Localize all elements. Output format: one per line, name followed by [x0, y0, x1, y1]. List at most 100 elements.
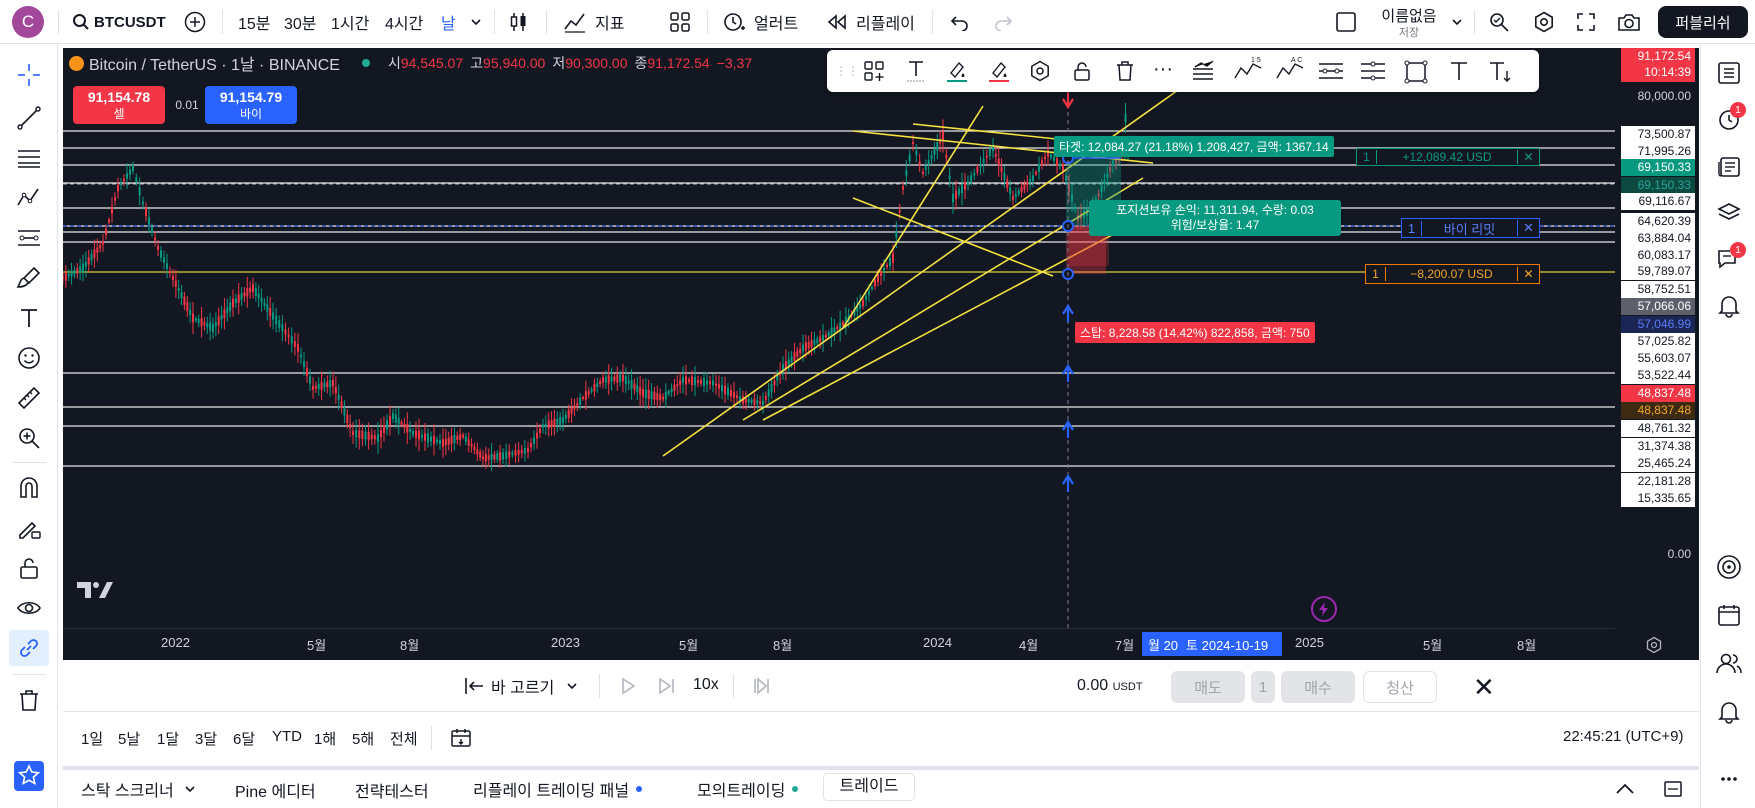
layout-name-button[interactable]: 이름없음 저장: [1372, 5, 1446, 40]
range-6m[interactable]: 6달: [233, 728, 255, 749]
magnet-tool[interactable]: [9, 470, 49, 506]
goto-date-icon[interactable]: [449, 726, 473, 750]
range-1m[interactable]: 1달: [157, 728, 179, 749]
replay-qty[interactable]: 1: [1251, 671, 1275, 703]
alert-button[interactable]: 얼러트: [722, 0, 798, 44]
range-all[interactable]: 전체: [390, 728, 418, 749]
text-color-icon[interactable]: [905, 59, 927, 83]
remove-drawings-tool[interactable]: [9, 682, 49, 718]
fib-tool[interactable]: [9, 140, 49, 176]
forecast-tool[interactable]: [9, 220, 49, 256]
lock-drawings-tool[interactable]: [9, 550, 49, 586]
tab-paper-trading[interactable]: 모의트레이딩: [697, 776, 799, 802]
add-to-favorites-icon[interactable]: [863, 60, 885, 82]
emoji-tool[interactable]: [9, 340, 49, 376]
settings-icon[interactable]: [1029, 60, 1051, 82]
indicators-button[interactable]: 지표: [563, 0, 624, 44]
long-position-icon[interactable]: [1317, 58, 1345, 84]
rectangle-icon[interactable]: [1403, 59, 1429, 85]
measure-tool[interactable]: [9, 380, 49, 416]
stop-loss-order[interactable]: 1 −8,200.07 USD ✕: [1365, 264, 1540, 284]
interval-4h[interactable]: 4시간: [385, 0, 423, 44]
redo-button[interactable]: [993, 0, 1013, 44]
snapshot-button[interactable]: [1617, 0, 1641, 44]
interval-1d[interactable]: 날: [441, 0, 456, 44]
drag-handle-icon[interactable]: ⋮⋮: [835, 61, 859, 81]
zoom-tool[interactable]: [9, 420, 49, 456]
replay-buy-button[interactable]: 매수: [1281, 671, 1355, 703]
interval-1h[interactable]: 1시간: [331, 0, 369, 44]
tp-order-close-icon[interactable]: ✕: [1517, 150, 1539, 164]
text-tool-icon[interactable]: [1447, 59, 1471, 83]
buy-limit-order[interactable]: 1 바이 리밋 ✕: [1401, 218, 1540, 238]
line-color-icon[interactable]: [945, 59, 969, 83]
pattern-1-5-icon[interactable]: 1 5: [1233, 56, 1263, 84]
user-avatar[interactable]: C: [12, 6, 44, 38]
time-axis[interactable]: 2022 5월 8월 2023 5월 8월 2024 4월 7월 2025 5월…: [63, 628, 1615, 660]
news-button[interactable]: [1710, 148, 1748, 186]
tab-replay-trading-panel[interactable]: 리플레이 트레이딩 패널: [473, 776, 643, 802]
fullscreen-button[interactable]: [1576, 0, 1596, 44]
take-profit-order[interactable]: 1 +12,089.42 USD ✕: [1356, 148, 1540, 166]
crosshair-tool[interactable]: [9, 57, 49, 93]
replay-button[interactable]: 리플레이: [826, 0, 915, 44]
range-5d[interactable]: 5날: [118, 728, 140, 749]
range-5y[interactable]: 5해: [352, 728, 374, 749]
lock-icon[interactable]: [1071, 60, 1093, 82]
calendar-button[interactable]: [1710, 596, 1748, 634]
undo-button[interactable]: [950, 0, 970, 44]
limit-order-close-icon[interactable]: ✕: [1517, 220, 1539, 236]
target-button[interactable]: [1710, 548, 1748, 586]
range-3m[interactable]: 3달: [195, 728, 217, 749]
hlines-icon[interactable]: [1191, 59, 1215, 83]
compare-button[interactable]: [184, 0, 206, 44]
notifications-bell-button[interactable]: [1710, 692, 1748, 730]
range-ytd[interactable]: YTD: [272, 728, 302, 745]
replay-speed[interactable]: 10x: [693, 676, 719, 694]
favorites-tool[interactable]: [9, 758, 49, 794]
settings-button[interactable]: [1533, 0, 1555, 44]
clock-timezone[interactable]: 22:45:21 (UTC+9): [1563, 728, 1683, 745]
step-forward-icon[interactable]: [657, 676, 677, 696]
sell-button[interactable]: 91,154.78 셀: [73, 86, 165, 124]
tab-stock-screener[interactable]: 스탁 스크리너: [81, 776, 196, 802]
lightning-icon[interactable]: [1311, 596, 1337, 622]
chart-pane[interactable]: Bitcoin / TetherUS · 1날 · BINANCE 시 94,5…: [63, 48, 1699, 660]
templates-button[interactable]: [669, 0, 691, 44]
object-tree-button[interactable]: [1710, 194, 1748, 232]
pattern-tool[interactable]: [9, 180, 49, 216]
text-tool[interactable]: [9, 300, 49, 336]
delete-icon[interactable]: [1114, 60, 1136, 82]
trend-line-tool[interactable]: [9, 100, 49, 136]
symbol-search-button[interactable]: BTCUSDT: [72, 0, 166, 44]
layout-dropdown[interactable]: [1451, 0, 1463, 44]
sl-order-close-icon[interactable]: ✕: [1517, 267, 1539, 281]
brush-tool[interactable]: [9, 260, 49, 296]
fill-color-icon[interactable]: [987, 59, 1011, 83]
anchored-text-icon[interactable]: [1487, 59, 1513, 85]
chevron-up-icon[interactable]: [1615, 782, 1635, 796]
tab-strategy-tester[interactable]: 전략테스터: [355, 778, 429, 802]
close-replay-icon[interactable]: ✕: [1473, 672, 1495, 703]
help-button[interactable]: [1710, 760, 1748, 798]
hide-drawings-tool[interactable]: [9, 590, 49, 626]
quick-search-button[interactable]: [1488, 0, 1510, 44]
notifications-button[interactable]: [1710, 286, 1748, 324]
stay-in-drawing-tool[interactable]: [9, 510, 49, 546]
play-icon[interactable]: [618, 676, 638, 696]
chats-button[interactable]: 1: [1710, 240, 1748, 278]
chart-type-button[interactable]: [508, 0, 530, 44]
interval-30m[interactable]: 30분: [284, 0, 317, 44]
interval-dropdown[interactable]: [470, 0, 482, 44]
jump-to-realtime-icon[interactable]: [751, 676, 771, 696]
alerts-button[interactable]: 1: [1710, 100, 1748, 138]
buy-button[interactable]: 91,154.79 바이: [205, 86, 297, 124]
tab-pine-editor[interactable]: Pine 에디터: [235, 778, 316, 802]
sync-drawings-tool[interactable]: [9, 630, 49, 666]
scale-settings-icon[interactable]: [1645, 636, 1663, 654]
tab-trade[interactable]: 트레이드: [823, 773, 915, 801]
publish-button[interactable]: 퍼블리쉬: [1658, 6, 1748, 38]
replay-flatten-button[interactable]: 청산: [1363, 671, 1437, 703]
range-1y[interactable]: 1해: [314, 728, 336, 749]
multi-layout-toggle[interactable]: [1335, 0, 1357, 44]
